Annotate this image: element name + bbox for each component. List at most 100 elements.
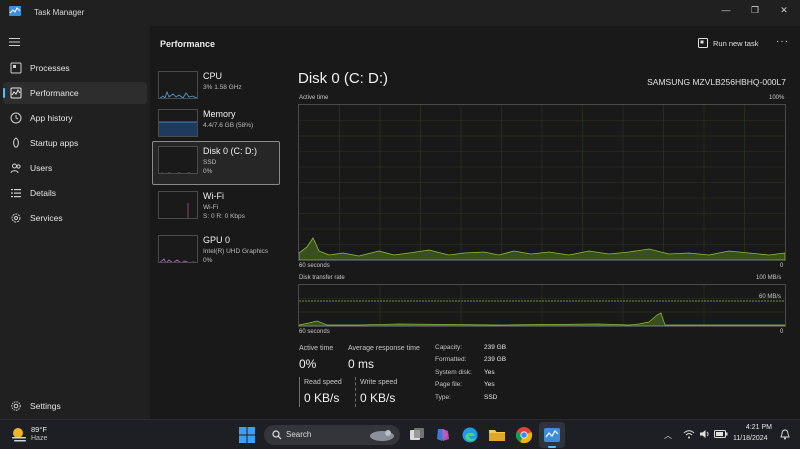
task-manager-icon — [9, 6, 21, 16]
window-title: Task Manager — [34, 8, 85, 17]
read-speed-label: Read speed — [304, 379, 342, 386]
gear-icon — [11, 401, 21, 411]
resource-list: CPU 3% 1.58 GHz Memory 4.4/7.6 GB (58%) … — [152, 66, 280, 306]
write-speed-value: 0 KB/s — [360, 391, 396, 405]
history-icon — [10, 112, 22, 124]
avg-response-value: 0 ms — [348, 357, 375, 371]
sidebar-item-label: App history — [30, 113, 73, 123]
file-explorer-icon[interactable] — [488, 426, 506, 444]
sidebar-item-settings[interactable]: Settings — [3, 395, 147, 417]
details-icon — [11, 189, 21, 198]
gpu-thumbnail-graph — [158, 235, 198, 263]
sidebar-item-processes[interactable]: Processes — [3, 57, 147, 79]
write-speed-marker — [355, 377, 356, 407]
resource-detail: Intel(R) UHD Graphics — [203, 248, 269, 255]
property-value: 239 GB — [484, 356, 507, 363]
sidebar-item-label: Performance — [30, 88, 79, 98]
property-value: Yes — [484, 369, 495, 376]
taskbar-search-box[interactable]: Search — [264, 425, 400, 445]
weather-haze-icon[interactable] — [9, 425, 29, 445]
title-bar: Task Manager — ❐ ✕ — [0, 0, 800, 26]
processes-icon — [10, 62, 22, 74]
wifi-icon[interactable] — [683, 429, 695, 439]
sidebar: Processes Performance App history Startu… — [0, 26, 150, 419]
avg-response-label: Average response time — [348, 345, 420, 352]
weather-description[interactable]: Haze — [31, 435, 47, 442]
task-manager-taskbar-button[interactable] — [539, 422, 565, 448]
sidebar-item-details[interactable]: Details — [3, 182, 147, 204]
wifi-thumbnail-graph — [158, 191, 198, 219]
sidebar-item-app-history[interactable]: App history — [3, 107, 147, 129]
resource-detail: SSD — [203, 159, 217, 166]
start-icon[interactable] — [238, 426, 256, 444]
sidebar-item-users[interactable]: Users — [3, 157, 147, 179]
property-value: Yes — [484, 381, 495, 388]
main-panel: Performance Run new task ··· CPU 3% 1.58… — [150, 26, 800, 419]
disk-thumbnail-graph — [158, 146, 198, 174]
copilot-icon[interactable] — [434, 426, 452, 444]
clock-time[interactable]: 4:21 PM — [740, 424, 772, 431]
active-time-graph-span: 60 seconds — [299, 263, 330, 269]
maximize-button[interactable]: ❐ — [740, 2, 770, 18]
transfer-graph-span: 60 seconds — [299, 329, 330, 335]
property-key: Capacity: — [435, 344, 463, 351]
resource-item-gpu[interactable]: GPU 0 Intel(R) UHD Graphics 0% — [152, 230, 280, 274]
run-new-task-button[interactable]: Run new task — [698, 38, 758, 48]
transfer-graph-min: 0 — [780, 329, 784, 335]
read-speed-marker — [299, 377, 300, 407]
weather-temperature[interactable]: 89°F — [31, 425, 47, 434]
sidebar-item-label: Details — [30, 188, 56, 198]
hamburger-menu-icon[interactable] — [9, 37, 21, 47]
more-options-button[interactable]: ··· — [776, 36, 789, 47]
resource-item-wifi[interactable]: Wi-Fi Wi-Fi S: 0 R: 0 Kbps — [152, 186, 280, 230]
volume-icon[interactable] — [699, 429, 711, 439]
edge-icon[interactable] — [461, 426, 479, 444]
active-time-value: 0% — [299, 357, 317, 371]
resource-name: CPU — [203, 71, 223, 81]
resource-name: Wi-Fi — [203, 191, 224, 201]
minimize-button[interactable]: — — [711, 2, 741, 18]
property-value: 239 GB — [484, 344, 507, 351]
services-icon — [11, 213, 21, 223]
active-time-graph-max: 100% — [769, 95, 785, 101]
property-key: Formatted: — [435, 356, 467, 363]
cpu-thumbnail-graph — [158, 71, 198, 99]
property-key: Page file: — [435, 381, 463, 388]
sidebar-item-label: Settings — [30, 401, 61, 411]
users-icon — [10, 163, 21, 174]
clock-date[interactable]: 11/18/2024 — [733, 435, 768, 442]
property-key: System disk: — [435, 369, 472, 376]
search-highlight-icon — [370, 430, 394, 441]
read-speed-value: 0 KB/s — [304, 391, 340, 405]
chrome-icon[interactable] — [515, 426, 533, 444]
resource-usage: 0% — [203, 168, 213, 175]
page-title: Performance — [160, 39, 216, 49]
memory-thumbnail-graph — [158, 109, 198, 137]
resource-name: Memory — [203, 109, 236, 119]
sidebar-item-label: Services — [30, 213, 63, 223]
taskbar: 89°F Haze Search ︿ 4:21 PM 11/18/2024 — [0, 419, 800, 449]
notification-bell-icon[interactable] — [779, 429, 791, 440]
sidebar-item-label: Startup apps — [30, 138, 79, 148]
sidebar-item-performance[interactable]: Performance — [3, 82, 147, 104]
page-header: Performance Run new task ··· — [150, 26, 800, 62]
active-time-graph-min: 0 — [780, 263, 784, 269]
show-hidden-icons-icon[interactable]: ︿ — [664, 430, 672, 441]
run-new-task-label: Run new task — [713, 38, 759, 48]
sidebar-item-services[interactable]: Services — [3, 207, 147, 229]
resource-item-disk[interactable]: Disk 0 (C: D:) SSD 0% — [152, 141, 280, 185]
close-button[interactable]: ✕ — [769, 2, 799, 18]
resource-detail: 3% 1.58 GHz — [203, 84, 242, 91]
active-time-label: Active time — [299, 345, 334, 352]
active-time-graph — [298, 104, 786, 261]
task-view-icon[interactable] — [408, 426, 426, 444]
property-key: Type: — [435, 394, 451, 401]
resource-detail: Wi-Fi — [203, 204, 219, 211]
run-task-icon — [698, 38, 708, 48]
sidebar-item-label: Users — [30, 163, 53, 173]
sidebar-item-startup-apps[interactable]: Startup apps — [3, 132, 147, 154]
startup-icon — [13, 137, 19, 148]
running-indicator — [548, 446, 556, 448]
battery-icon[interactable] — [714, 430, 728, 438]
property-value: SSD — [484, 394, 498, 401]
